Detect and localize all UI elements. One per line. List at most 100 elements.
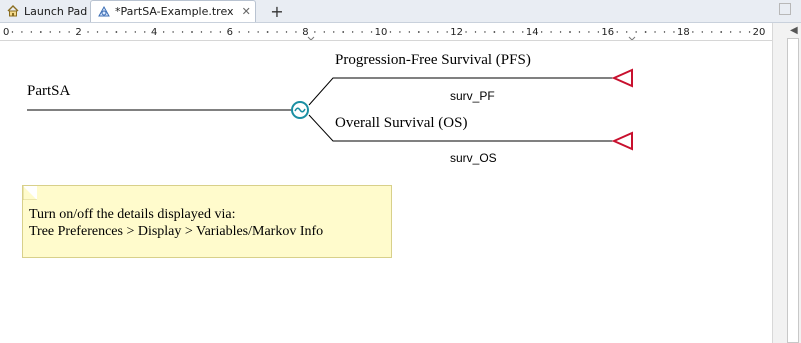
tab-partsa-example[interactable]: *PartSA-Example.trex ✕ [90, 0, 256, 22]
ruler-tick [446, 31, 448, 33]
ruler-tick [21, 31, 23, 33]
root-node-label[interactable]: PartSA [27, 83, 70, 100]
editor-tab-bar: Launch Pad *PartSA-Example.trex ✕ + [0, 0, 801, 23]
ruler-tick [125, 31, 127, 33]
ruler-tick [465, 31, 467, 33]
ruler-label: 8 [302, 27, 308, 38]
ruler-tick [172, 31, 174, 33]
ruler-label: 12 [450, 27, 463, 38]
ruler-tick [748, 31, 751, 33]
ruler-label: 18 [677, 27, 690, 38]
ruler-tick [540, 31, 543, 33]
ruler-tick [474, 31, 477, 33]
ruler-tick [266, 31, 269, 33]
ruler-tick [569, 31, 571, 33]
ruler-tick [559, 31, 562, 33]
note-box[interactable]: Turn on/off the details displayed via: T… [22, 185, 392, 258]
ruler-tick [210, 31, 212, 33]
new-tab-button[interactable]: + [266, 1, 288, 21]
tab-launch-pad[interactable]: Launch Pad [2, 1, 90, 21]
ruler-tick [96, 31, 99, 33]
note-line: Turn on/off the details displayed via: [29, 207, 236, 222]
ruler-tick [417, 31, 420, 33]
scroll-up-icon[interactable]: ◀ [790, 25, 799, 37]
ruler-label: 0 [3, 27, 9, 38]
ruler-tick [257, 31, 259, 33]
ruler-tick [512, 31, 514, 33]
tree-icon [97, 5, 111, 19]
ruler-label: 16 [601, 27, 614, 38]
ruler-tick [276, 31, 278, 33]
branch-name-pfs[interactable]: Progression-Free Survival (PFS) [335, 52, 531, 69]
ruler-tick [162, 31, 165, 33]
ruler-tick [370, 31, 373, 33]
ruler-tick [550, 31, 552, 33]
ruler-tick [493, 31, 496, 33]
ruler-tick [578, 31, 581, 33]
ruler-tick [711, 31, 713, 33]
ruler-tick [200, 31, 203, 33]
ruler-tick [115, 31, 118, 33]
ruler-tick [219, 31, 222, 33]
ruler-tick [437, 31, 439, 33]
ruler-tick [87, 31, 89, 33]
terminal-node-icon[interactable] [611, 68, 633, 88]
maximize-icon[interactable] [779, 3, 791, 15]
ruler-tick [351, 31, 354, 33]
ruler-tick [626, 31, 628, 33]
ruler-tick [144, 31, 146, 33]
ruler-tick [616, 31, 618, 33]
ruler-tick [635, 31, 637, 33]
ruler-tick [692, 31, 694, 33]
ruler-tick [30, 31, 33, 33]
ruler-tick [739, 31, 741, 33]
branch-name-os[interactable]: Overall Survival (OS) [335, 115, 467, 132]
terminal-node-icon[interactable] [611, 131, 633, 151]
ruler-tick [323, 31, 325, 33]
ruler-tick [729, 31, 732, 33]
ruler-marker-icon[interactable] [628, 36, 636, 40]
ruler-tick [408, 31, 411, 33]
tree-canvas[interactable]: PartSA Progression-Free Survival (PFS) s… [0, 41, 772, 343]
ruler-tick [181, 31, 184, 33]
ruler-tick [427, 31, 429, 33]
ruler-tick [389, 31, 392, 33]
note-fold-corner [23, 186, 37, 200]
ruler-tick [106, 31, 108, 33]
ruler-label: 2 [75, 27, 81, 38]
ruler-label: 14 [526, 27, 539, 38]
ruler-label: 4 [151, 27, 157, 38]
branch-variable-os[interactable]: surv_OS [450, 151, 497, 165]
close-icon[interactable]: ✕ [242, 5, 251, 18]
ruler-tick [484, 31, 486, 33]
ruler-tick [59, 31, 61, 33]
ruler-tick [11, 31, 14, 33]
ruler-tick [720, 31, 723, 33]
horizontal-ruler: 0 2 4 6 8 10 12 14 16 18 20 [0, 23, 772, 41]
ruler-tick [361, 31, 363, 33]
ruler-tick [399, 31, 401, 33]
ruler-tick [588, 31, 590, 33]
ruler-tick [314, 31, 316, 33]
ruler-label: 10 [375, 27, 388, 38]
ruler-tick [134, 31, 136, 33]
ruler-tick [333, 31, 335, 33]
chance-node-icon[interactable] [291, 101, 309, 119]
scrollbar-thumb[interactable] [787, 38, 799, 343]
ruler-tick [238, 31, 240, 33]
home-icon [6, 4, 20, 18]
ruler-tick [191, 31, 193, 33]
branch-variable-pfs[interactable]: surv_PF [450, 89, 495, 103]
ruler-tick [503, 31, 505, 33]
tab-label: Launch Pad [24, 4, 88, 18]
ruler-tick [673, 31, 675, 33]
ruler-tick [295, 31, 297, 33]
ruler-tick [342, 31, 345, 33]
ruler-marker-icon[interactable] [307, 36, 315, 40]
ruler-tick [701, 31, 703, 33]
note-line: Tree Preferences > Display > Variables/M… [29, 224, 324, 239]
ruler-tick [285, 31, 288, 33]
ruler-tick [68, 31, 70, 33]
ruler-label: 20 [753, 27, 766, 38]
ruler-tick [654, 31, 656, 33]
